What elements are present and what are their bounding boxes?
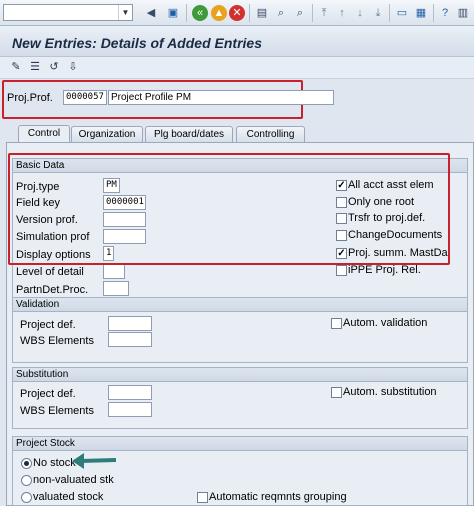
system-toolbar: ▼ ◀ ▣ « ▲ ✕ ▤ ⌕ ⌕ ⤒ ↑ ↓ ⤓ ▭ ▦ ? ▥ — [0, 0, 474, 26]
substitution-group: Substitution — [12, 367, 468, 429]
display-change-icon[interactable]: ✎ — [9, 60, 23, 74]
checkbox-automatic-reqmnts-grouping[interactable] — [197, 492, 208, 503]
cancel-icon[interactable]: ✕ — [229, 5, 245, 21]
back-icon[interactable]: « — [192, 5, 208, 21]
substitution-wbs-field[interactable] — [108, 402, 152, 417]
create-session-icon[interactable]: ▭ — [394, 5, 410, 21]
application-toolbar: ✎ ☰ ↺ ⇩ — [0, 57, 474, 79]
proj-prof-label: Proj.Prof. — [7, 92, 53, 104]
radio-no-stock[interactable] — [21, 458, 32, 469]
tab-control[interactable]: Control — [18, 125, 70, 143]
validation-project-def-label: Project def. — [20, 319, 76, 331]
page-title: New Entries: Details of Added Entries — [12, 35, 262, 51]
proj-prof-description: Project Profile PM — [108, 90, 334, 105]
next-page-icon[interactable]: ↓ — [352, 5, 368, 21]
checkbox-ippe-proj-rel[interactable] — [336, 265, 347, 276]
select-block-icon[interactable]: ☰ — [28, 60, 42, 74]
tab-plg-board-dates[interactable]: Plg board/dates — [145, 126, 233, 142]
automatic-reqmnts-grouping-label: Automatic reqmnts grouping — [209, 491, 347, 503]
validation-project-def-field[interactable] — [108, 316, 152, 331]
save-icon[interactable]: ▣ — [165, 5, 181, 21]
checkbox-autom-substitution[interactable] — [331, 387, 342, 398]
non-valuated-stk-label: non-valuated stk — [33, 474, 114, 486]
shortcut-icon[interactable]: ▦ — [413, 5, 429, 21]
tab-organization[interactable]: Organization — [71, 126, 143, 142]
find-next-icon[interactable]: ⌕ — [292, 5, 308, 21]
project-stock-header: Project Stock — [13, 437, 467, 451]
substitution-wbs-label: WBS Elements — [20, 405, 94, 417]
undo-change-icon[interactable]: ↺ — [47, 60, 61, 74]
annotation-arrow-icon — [72, 453, 117, 469]
validation-wbs-field[interactable] — [108, 332, 152, 347]
radio-non-valuated-stk[interactable] — [21, 475, 32, 486]
find-icon[interactable]: ⌕ — [273, 5, 289, 21]
back-arrow-icon[interactable]: ◀ — [143, 5, 159, 21]
title-bar: New Entries: Details of Added Entries — [0, 26, 474, 57]
partndet-proc-field[interactable] — [103, 281, 129, 296]
ippe-proj-rel-label: iPPE Proj. Rel. — [348, 264, 421, 276]
toolbar-separator — [249, 4, 250, 22]
validation-header: Validation — [13, 298, 467, 312]
toolbar-separator — [186, 4, 187, 22]
tab-controlling[interactable]: Controlling — [236, 126, 305, 142]
checkbox-autom-validation[interactable] — [331, 318, 342, 329]
next-entry-icon[interactable]: ⇩ — [66, 60, 80, 74]
basic-data-highlight — [8, 153, 450, 265]
previous-page-icon[interactable]: ↑ — [334, 5, 350, 21]
last-page-icon[interactable]: ⤓ — [370, 5, 386, 21]
autom-substitution-label: Autom. substitution — [343, 386, 437, 398]
validation-wbs-label: WBS Elements — [20, 335, 94, 347]
print-icon[interactable]: ▤ — [254, 5, 270, 21]
proj-prof-field[interactable]: 0000057 — [63, 90, 107, 105]
layout-menu-icon[interactable]: ▥ — [455, 5, 471, 21]
level-of-detail-label: Level of detail — [16, 266, 84, 278]
toolbar-separator — [433, 4, 434, 22]
valuated-stock-label: valuated stock — [33, 491, 104, 503]
toolbar-separator — [312, 4, 313, 22]
first-page-icon[interactable]: ⤒ — [316, 5, 332, 21]
validation-group: Validation — [12, 297, 468, 363]
radio-valuated-stock[interactable] — [21, 492, 32, 503]
level-of-detail-field[interactable] — [103, 264, 125, 279]
autom-validation-label: Autom. validation — [343, 317, 428, 329]
help-icon[interactable]: ? — [437, 5, 453, 21]
substitution-project-def-label: Project def. — [20, 388, 76, 400]
substitution-header: Substitution — [13, 368, 467, 382]
chevron-down-icon[interactable]: ▼ — [118, 5, 132, 20]
toolbar-separator — [389, 4, 390, 22]
exit-icon[interactable]: ▲ — [211, 5, 227, 21]
partndet-proc-label: PartnDet.Proc. — [16, 284, 89, 296]
command-field[interactable]: ▼ — [3, 4, 133, 21]
substitution-project-def-field[interactable] — [108, 385, 152, 400]
